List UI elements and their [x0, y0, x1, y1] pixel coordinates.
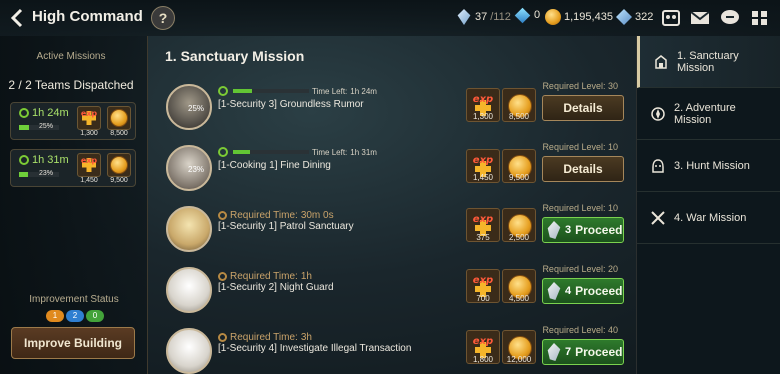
- active-missions-label: Active Missions: [36, 51, 106, 62]
- back-arrow-icon[interactable]: [8, 7, 26, 29]
- stigma-icon: [547, 343, 561, 361]
- time-left-bar: [233, 89, 309, 93]
- exp-reward-value: 700: [476, 294, 490, 303]
- tab-adventure-mission[interactable]: 2. Adventure Mission: [637, 88, 780, 140]
- stigma-counter[interactable]: 37/112: [456, 9, 511, 25]
- mission-tabs: 1. Sanctuary Mission 2. Adventure Missio…: [636, 36, 780, 374]
- tab-war-mission[interactable]: 4. War Mission: [637, 192, 780, 244]
- exp-icon: exp: [77, 106, 101, 130]
- exp-reward-value: 375: [476, 233, 490, 242]
- required-level: Required Level: 30: [542, 81, 618, 91]
- exp-reward-value: 1,800: [472, 355, 494, 364]
- hunt-icon: [652, 158, 664, 173]
- mission-name: [1-Cooking 1] Fine Dining: [218, 160, 331, 171]
- required-level: Required Level: 40: [542, 325, 618, 335]
- clock-icon: [218, 86, 228, 96]
- gold-coin-icon: [107, 106, 131, 130]
- mission-name: [1-Security 1] Patrol Sanctuary: [218, 221, 354, 232]
- svg-text:exp: exp: [473, 94, 493, 105]
- gold-coin-icon: [107, 153, 131, 177]
- details-button[interactable]: Details: [542, 95, 624, 121]
- skystone-icon: [616, 9, 632, 25]
- mission-row[interactable]: Required Time: 1h [1-Security 2] Night G…: [160, 263, 630, 323]
- skystone-counter[interactable]: 322: [616, 9, 653, 25]
- details-button[interactable]: Details: [542, 156, 624, 182]
- status-badge: 2: [66, 310, 84, 322]
- hero-avatar: [166, 267, 212, 313]
- exp-reward-value: 1,300: [472, 112, 494, 121]
- stigma-icon: [457, 9, 471, 25]
- mail-icon[interactable]: [690, 9, 710, 27]
- mission-name: [1-Security 3] Groundless Rumor: [218, 99, 364, 110]
- mission-row[interactable]: Required Time: 30m 0s [1-Security 1] Pat…: [160, 202, 630, 262]
- clock-icon: [218, 147, 228, 157]
- svg-text:exp: exp: [473, 155, 493, 166]
- hero-avatar: [166, 328, 212, 374]
- svg-text:exp: exp: [81, 109, 98, 118]
- required-level: Required Level: 20: [542, 264, 618, 274]
- team-card[interactable]: 1h 31m 23% exp 1,450 9,500: [10, 149, 136, 187]
- status-badge: 0: [86, 310, 104, 322]
- team-progress-fill: [19, 172, 29, 177]
- mission-row[interactable]: Required Time: 3h [1-Security 4] Investi…: [160, 324, 630, 374]
- gold-reward-value: 4,500: [508, 294, 530, 303]
- help-button[interactable]: ?: [151, 6, 175, 30]
- menu-icon[interactable]: [750, 9, 770, 27]
- gold-reward-value: 2,500: [508, 233, 530, 242]
- chat-icon[interactable]: [720, 9, 740, 27]
- team-icon[interactable]: [661, 9, 681, 27]
- gold-coin-icon: [545, 9, 561, 25]
- gold-reward-value: 12,000: [506, 355, 532, 364]
- sanctuary-icon: [655, 54, 667, 69]
- crystal-icon: [514, 7, 531, 23]
- tab-sanctuary-mission[interactable]: 1. Sanctuary Mission: [637, 36, 780, 88]
- hero-avatar: 25%: [166, 84, 212, 130]
- mission-row[interactable]: 23% Time Left: 1h 31m [1-Cooking 1] Fine…: [160, 141, 630, 201]
- svg-text:exp: exp: [473, 275, 493, 286]
- required-level: Required Level: 10: [542, 203, 618, 213]
- time-left-fill: [233, 89, 252, 93]
- war-icon: [651, 210, 665, 225]
- proceed-button[interactable]: 7 Proceed: [542, 339, 624, 365]
- team-progress-fill: [19, 125, 29, 130]
- required-level: Required Level: 10: [542, 142, 618, 152]
- mission-row[interactable]: 25% Time Left: 1h 24m [1-Security 3] Gro…: [160, 80, 630, 140]
- gold-reward-value: 8,500: [508, 112, 530, 121]
- clock-icon: [19, 155, 29, 165]
- stigma-icon: [547, 282, 561, 300]
- section-title: 1. Sanctuary Mission: [165, 48, 305, 64]
- improve-building-button[interactable]: Improve Building: [11, 327, 135, 359]
- proceed-button[interactable]: 3 Proceed: [542, 217, 624, 243]
- team-card[interactable]: 1h 24m 25% exp 1,300 8,500: [10, 102, 136, 140]
- svg-text:exp: exp: [81, 156, 98, 165]
- timer-icon: [218, 211, 227, 220]
- tab-hunt-mission[interactable]: 3. Hunt Mission: [637, 140, 780, 192]
- mission-name: [1-Security 2] Night Guard: [218, 282, 334, 293]
- svg-text:exp: exp: [473, 214, 493, 225]
- stigma-icon: [547, 221, 561, 239]
- proceed-button[interactable]: 4 Proceed: [542, 278, 624, 304]
- time-left-fill: [233, 150, 251, 154]
- timer-icon: [218, 272, 227, 281]
- status-badge: 1: [46, 310, 64, 322]
- page-title: High Command: [32, 8, 143, 25]
- clock-icon: [19, 108, 29, 118]
- hero-avatar: 23%: [166, 145, 212, 191]
- hero-avatar: [166, 206, 212, 252]
- svg-text:exp: exp: [473, 336, 493, 347]
- improvement-status-label: Improvement Status: [29, 294, 119, 305]
- exp-reward-value: 1,450: [472, 173, 494, 182]
- time-left-bar: [233, 150, 309, 154]
- exp-icon: exp: [77, 153, 101, 177]
- timer-icon: [218, 333, 227, 342]
- mission-name: [1-Security 4] Investigate Illegal Trans…: [218, 343, 412, 354]
- gold-counter[interactable]: 1,195,435: [545, 9, 613, 25]
- adventure-icon: [651, 106, 665, 121]
- teams-dispatched-label: 2 / 2 Teams Dispatched: [8, 78, 134, 92]
- crystal-counter[interactable]: 0: [514, 7, 540, 23]
- gold-reward-value: 9,500: [508, 173, 530, 182]
